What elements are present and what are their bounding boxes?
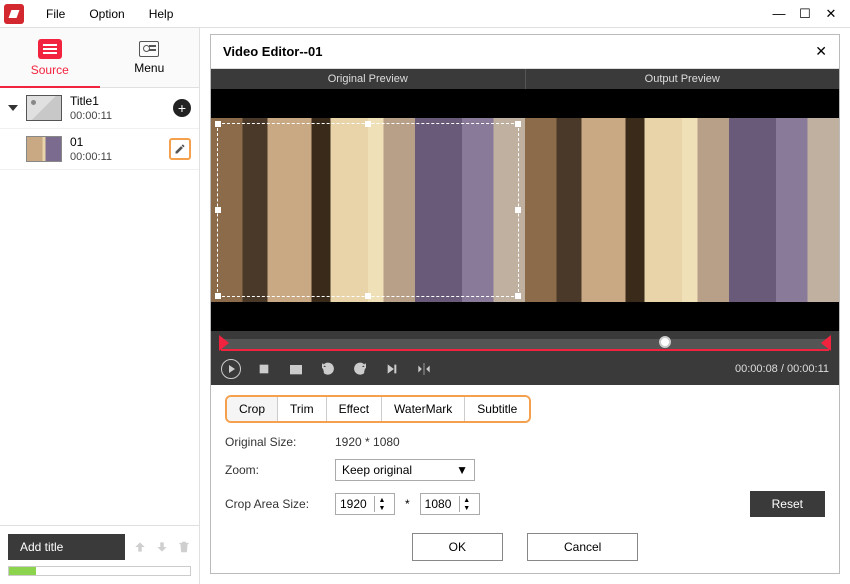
spin-down-icon[interactable]: ▼: [375, 504, 389, 512]
crop-height-input[interactable]: ▲▼: [420, 493, 480, 515]
thumbnail-icon: [26, 136, 62, 162]
tab-subtitle[interactable]: Subtitle: [465, 397, 529, 421]
stop-button[interactable]: [255, 360, 273, 378]
source-duration: 00:00:11: [70, 151, 161, 163]
add-clip-button[interactable]: +: [173, 99, 191, 117]
playhead[interactable]: [659, 336, 671, 348]
trash-icon[interactable]: [177, 540, 191, 554]
app-icon: [4, 4, 24, 24]
rotate-right-button[interactable]: [351, 360, 369, 378]
sidebar: Source Menu Title1 00:00:11 +: [0, 28, 200, 584]
progress-bar: [8, 566, 191, 576]
times-symbol: *: [405, 497, 410, 511]
source-item-01[interactable]: 01 00:00:11: [0, 129, 199, 170]
spin-up-icon[interactable]: ▲: [460, 496, 474, 504]
editor-title: Video Editor--01: [223, 44, 322, 59]
timecode: 00:00:08 / 00:00:11: [735, 363, 829, 375]
tab-effect[interactable]: Effect: [327, 397, 382, 421]
spin-up-icon[interactable]: ▲: [375, 496, 389, 504]
chevron-down-icon[interactable]: [8, 105, 18, 111]
edit-clip-button[interactable]: [169, 138, 191, 160]
thumbnail-placeholder-icon: [26, 95, 62, 121]
zoom-select[interactable]: Keep original ▼: [335, 459, 475, 481]
menu-file[interactable]: File: [34, 7, 77, 21]
zoom-label: Zoom:: [225, 463, 325, 477]
video-editor-dialog: Video Editor--01 ✕ Original Preview Outp…: [210, 34, 840, 574]
timecode-total: 00:00:11: [787, 363, 829, 375]
titlebar: File Option Help — ☐ ✕: [0, 0, 850, 28]
original-preview-label: Original Preview: [211, 69, 525, 89]
menu-option[interactable]: Option: [77, 7, 136, 21]
source-title: Title1: [70, 94, 165, 108]
tab-trim[interactable]: Trim: [278, 397, 327, 421]
output-preview-label: Output Preview: [525, 69, 840, 89]
source-icon: [38, 39, 62, 59]
original-size-value: 1920 * 1080: [335, 435, 400, 449]
sidebar-footer: Add title: [0, 525, 199, 584]
snapshot-button[interactable]: [287, 360, 305, 378]
progress-fill: [9, 567, 36, 575]
spin-down-icon[interactable]: ▼: [460, 504, 474, 512]
source-title: 01: [70, 135, 161, 149]
cancel-button[interactable]: Cancel: [527, 533, 638, 561]
crop-area-label: Crop Area Size:: [225, 497, 325, 511]
original-preview[interactable]: [211, 89, 525, 331]
next-frame-button[interactable]: [383, 360, 401, 378]
flip-button[interactable]: [415, 360, 433, 378]
source-duration: 00:00:11: [70, 110, 165, 122]
editor-bottom: Crop Trim Effect WaterMark Subtitle Orig…: [211, 385, 839, 523]
timeline-track[interactable]: [221, 339, 829, 351]
sidebar-tabs: Source Menu: [0, 28, 199, 88]
arrow-down-icon[interactable]: [155, 540, 169, 554]
content-area: Video Editor--01 ✕ Original Preview Outp…: [200, 28, 850, 584]
crop-width-input[interactable]: ▲▼: [335, 493, 395, 515]
chevron-down-icon: ▼: [456, 463, 468, 477]
play-button[interactable]: [221, 359, 241, 379]
pencil-icon: [174, 143, 186, 155]
original-size-label: Original Size:: [225, 435, 325, 449]
menu-help[interactable]: Help: [137, 7, 186, 21]
source-list: Title1 00:00:11 + 01 00:00:11: [0, 88, 199, 525]
arrow-up-icon[interactable]: [133, 540, 147, 554]
dialog-buttons: OK Cancel: [211, 523, 839, 565]
menu-icon: [139, 41, 159, 57]
tab-source[interactable]: Source: [0, 28, 100, 87]
rotate-left-button[interactable]: [319, 360, 337, 378]
reset-button[interactable]: Reset: [750, 491, 825, 517]
editor-close-button[interactable]: ✕: [815, 43, 827, 60]
tab-crop[interactable]: Crop: [227, 397, 278, 421]
maximize-icon[interactable]: ☐: [798, 7, 812, 21]
tab-menu[interactable]: Menu: [100, 28, 200, 87]
crop-height-field[interactable]: [421, 494, 459, 514]
source-item-title1[interactable]: Title1 00:00:11 +: [0, 88, 199, 129]
zoom-value: Keep original: [342, 463, 412, 477]
ok-button[interactable]: OK: [412, 533, 503, 561]
tab-watermark[interactable]: WaterMark: [382, 397, 465, 421]
output-preview: [525, 89, 839, 331]
timeline: 00:00:08 / 00:00:11: [211, 331, 839, 385]
minimize-icon[interactable]: —: [772, 7, 786, 21]
tab-menu-label: Menu: [134, 61, 164, 75]
preview-row: [211, 89, 839, 331]
crop-width-field[interactable]: [336, 494, 374, 514]
editor-tabs: Crop Trim Effect WaterMark Subtitle: [225, 395, 531, 423]
tab-source-label: Source: [31, 63, 69, 77]
timecode-current: 00:00:08: [735, 363, 778, 375]
close-icon[interactable]: ✕: [824, 7, 838, 21]
add-title-button[interactable]: Add title: [8, 534, 125, 560]
